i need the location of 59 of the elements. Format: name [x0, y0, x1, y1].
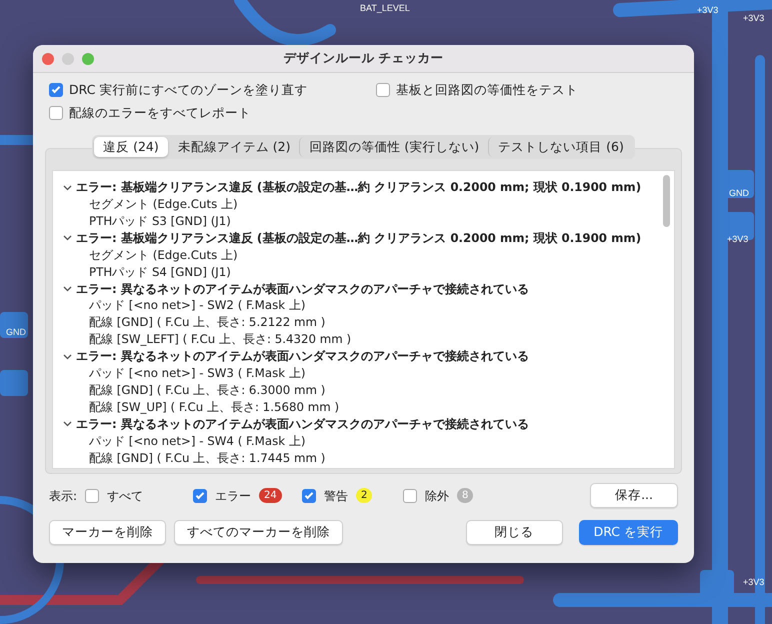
chevron-down-icon[interactable]: [63, 421, 72, 428]
checkbox[interactable]: [49, 83, 63, 98]
violation-item[interactable]: 配線 [SW_LEFT] ( F.Cu 上、長さ: 5.4320 mm ): [89, 331, 352, 348]
checkbox[interactable]: [85, 488, 100, 503]
chevron-down-icon[interactable]: [63, 354, 72, 360]
violation-item[interactable]: 配線 [SW_UP] ( F.Cu 上、長さ: 1.5680 mm ): [89, 398, 340, 416]
pcb-label: BAT_LEVEL: [360, 2, 410, 15]
tab[interactable]: 違反 (24): [94, 136, 168, 158]
checkbox[interactable]: [403, 488, 418, 503]
violation-text[interactable]: エラー: 異なるネットのアイテムが表面ハンダマスクのアパーチャで接続されている: [76, 348, 529, 366]
violation-item[interactable]: パッド [<no net>] - SW3 ( F.Mask 上): [89, 365, 306, 382]
filter-option[interactable]: 除外: [425, 486, 450, 505]
count-badge: 8: [457, 488, 474, 504]
pcb-label: +3V3: [697, 4, 718, 17]
close-icon[interactable]: [42, 53, 54, 65]
tab[interactable]: テストしない項目 (6): [488, 136, 633, 158]
checkbox[interactable]: [49, 106, 63, 120]
tab[interactable]: 未配線アイテム (2): [168, 136, 300, 158]
action-button[interactable]: 閉じる: [466, 520, 563, 545]
pcb-label: +3V3: [743, 12, 764, 25]
pcb-label: +3V3: [727, 233, 748, 246]
action-button[interactable]: すべてのマーカーを削除: [174, 520, 343, 545]
chevron-down-icon[interactable]: [63, 235, 72, 242]
count-badge: 2: [356, 488, 372, 504]
chevron-down-icon[interactable]: [63, 286, 72, 292]
violation-item[interactable]: PTHパッド S4 [GND] (J1): [89, 264, 231, 281]
window-title: デザインルール チェッカー: [283, 49, 444, 68]
violation-text[interactable]: エラー: 基板端クリアランス違反 (基板の設定の基…約 クリアランス 0.2000 mm; 現状 0.1900 mm): [76, 230, 642, 247]
action-button[interactable]: DRC を実行: [578, 520, 678, 545]
option-label: 配線のエラーをすべてレポート: [69, 104, 251, 122]
filter-option[interactable]: 警告: [324, 486, 348, 505]
pcb-label: +3V3: [743, 576, 764, 589]
violation-item[interactable]: 配線 [GND] ( F.Cu 上、長さ: 6.3000 mm ): [89, 382, 326, 399]
option-label: 基板と回路図の等価性をテスト: [396, 81, 578, 99]
violation-text[interactable]: エラー: 基板端クリアランス違反 (基板の設定の基…約 クリアランス 0.2000 mm; 現状 0.1900 mm): [76, 179, 642, 196]
violation-item[interactable]: セグメント (Edge.Cuts 上): [89, 196, 238, 214]
scrollbar[interactable]: [663, 175, 670, 228]
violation-item[interactable]: PTHパッド S3 [GND] (J1): [89, 213, 231, 230]
violation-item[interactable]: パッド [<no net>] - SW4 ( F.Mask 上): [89, 432, 306, 450]
chevron-down-icon[interactable]: [63, 184, 72, 191]
violation-item[interactable]: パッド [<no net>] - SW2 ( F.Mask 上): [89, 297, 306, 314]
violation-text[interactable]: エラー: 異なるネットのアイテムが表面ハンダマスクのアパーチャで接続されている: [76, 280, 529, 298]
pcb-label: GND: [729, 187, 749, 200]
checkbox[interactable]: [376, 83, 390, 98]
checkbox[interactable]: [302, 488, 316, 503]
action-button[interactable]: マーカーを削除: [49, 520, 166, 545]
option-label: DRC 実行前にすべてのゾーンを塗り直す: [69, 81, 308, 99]
count-badge: 24: [259, 488, 282, 504]
save-button[interactable]: 保存...: [590, 483, 678, 508]
violation-item[interactable]: 配線 [GND] ( F.Cu 上、長さ: 5.2122 mm ): [89, 314, 326, 332]
checkbox[interactable]: [193, 488, 208, 503]
filter-option[interactable]: エラー: [215, 486, 252, 505]
filter-label: 表示:: [49, 488, 78, 505]
violation-text[interactable]: エラー: 異なるネットのアイテムが表面ハンダマスクのアパーチャで接続されている: [76, 416, 529, 433]
pcb-label: GND: [6, 326, 26, 339]
violation-item[interactable]: 配線 [GND] ( F.Cu 上、長さ: 1.7445 mm ): [89, 450, 326, 466]
filter-option[interactable]: すべて: [107, 486, 144, 505]
violation-item[interactable]: セグメント (Edge.Cuts 上): [89, 246, 238, 264]
tab[interactable]: 回路図の等価性 (実行しない): [299, 136, 488, 158]
